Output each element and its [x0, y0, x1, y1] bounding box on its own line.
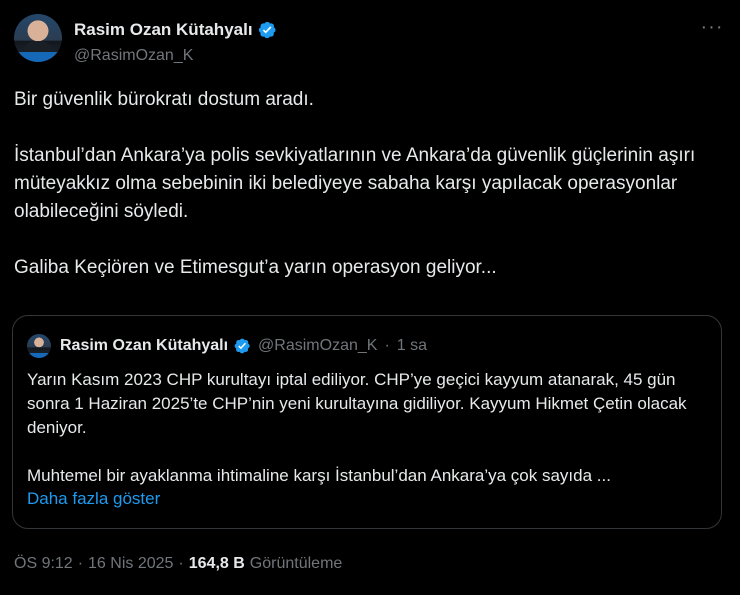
- author-display-name[interactable]: Rasim Ozan Kütahyalı: [74, 20, 253, 40]
- quoted-tweet-paragraph: Yarın Kasım 2023 CHP kurultayı iptal edi…: [27, 370, 687, 437]
- verified-badge-icon: [234, 338, 250, 354]
- author-avatar[interactable]: [14, 14, 62, 62]
- tweet-time[interactable]: ÖS 9:12: [14, 555, 73, 573]
- show-more-link[interactable]: Daha fazla göster: [27, 489, 160, 509]
- views-label: Görüntüleme: [249, 555, 343, 572]
- quoted-tweet-header: Rasim Ozan Kütahyalı @RasimOzan_K · 1 sa: [27, 334, 427, 358]
- tweet-paragraph: Galiba Keçiören ve Etimesgut’a yarın ope…: [14, 257, 497, 278]
- tweet-text: Bir güvenlik bürokratı dostum aradı. İst…: [14, 86, 724, 282]
- quoted-author-avatar: [27, 334, 51, 358]
- quoted-author-handle: @RasimOzan_K: [258, 337, 378, 354]
- meta-separator: ·: [178, 555, 184, 572]
- tweet-footer: ÖS 9:12 · 16 Nis 2025 · 164,8 B Görüntül…: [14, 555, 342, 573]
- tweet-paragraph: Bir güvenlik bürokratı dostum aradı.: [14, 89, 314, 110]
- tweet-date[interactable]: 16 Nis 2025: [88, 555, 173, 573]
- meta-separator: ·: [384, 337, 390, 354]
- more-options-icon[interactable]: ···: [698, 17, 726, 40]
- quoted-tweet[interactable]: Rasim Ozan Kütahyalı @RasimOzan_K · 1 sa…: [12, 315, 722, 529]
- quoted-tweet-paragraph: Muhtemel bir ayaklanma ihtimaline karşı …: [27, 466, 611, 485]
- quoted-tweet-time: 1 sa: [396, 337, 428, 354]
- author-handle[interactable]: @RasimOzan_K: [74, 47, 193, 65]
- author-name-row: Rasim Ozan Kütahyalı: [74, 20, 277, 40]
- meta-separator: ·: [77, 555, 84, 572]
- tweet-header: Rasim Ozan Kütahyalı @RasimOzan_K ···: [14, 14, 726, 70]
- quoted-tweet-text: Yarın Kasım 2023 CHP kurultayı iptal edi…: [27, 368, 707, 488]
- views-count: 164,8 B: [188, 555, 245, 572]
- tweet-paragraph: İstanbul’dan Ankara’ya polis sevkiyatlar…: [14, 145, 696, 222]
- verified-badge-icon: [258, 21, 276, 39]
- quoted-author-display-name: Rasim Ozan Kütahyalı: [60, 337, 229, 354]
